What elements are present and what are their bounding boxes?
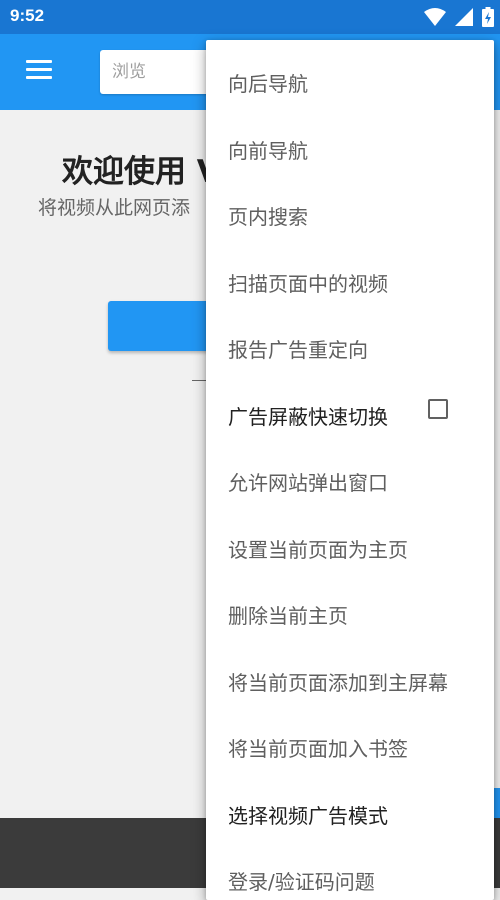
- menu-icon[interactable]: [26, 60, 52, 80]
- menu-item-set-homepage[interactable]: 设置当前页面为主页: [206, 506, 494, 573]
- menu-item-label: 将当前页面加入书签: [228, 737, 408, 761]
- menu-item-adblock-toggle[interactable]: 广告屏蔽快速切换: [206, 373, 494, 440]
- battery-icon: [482, 7, 494, 27]
- menu-item-label: 删除当前主页: [228, 604, 348, 628]
- menu-item-label: 向后导航: [228, 72, 308, 96]
- welcome-subtitle: 将视频从此网页添: [38, 197, 191, 219]
- menu-item-label: 允许网站弹出窗口: [228, 471, 388, 495]
- menu-item-label: 扫描页面中的视频: [228, 271, 388, 296]
- menu-item-remove-homepage[interactable]: 删除当前主页: [206, 572, 494, 639]
- menu-item-login-captcha[interactable]: 登录/验证码问题: [206, 838, 494, 900]
- status-icons: [420, 7, 494, 27]
- menu-item-label: 报告广告重定向: [228, 338, 368, 362]
- status-bar: 9:52: [0, 0, 500, 34]
- overflow-menu: 向后导航 向前导航 页内搜索 扫描页面中的视频 报告广告重定向 广告屏蔽快速切换…: [206, 40, 494, 900]
- menu-item-label: 选择视频广告模式: [228, 803, 388, 828]
- menu-item-label: 将当前页面添加到主屏幕: [228, 670, 448, 695]
- adblock-checkbox[interactable]: [428, 398, 448, 419]
- menu-item-label: 广告屏蔽快速切换: [228, 404, 388, 429]
- signal-icon: [454, 8, 473, 26]
- menu-item-label: 向前导航: [228, 138, 308, 163]
- menu-item-label: 设置当前页面为主页: [228, 537, 408, 562]
- menu-item-scan-videos[interactable]: 扫描页面中的视频: [206, 240, 494, 307]
- status-time: 9:52: [10, 6, 45, 25]
- menu-item-allow-popups[interactable]: 允许网站弹出窗口: [206, 439, 494, 506]
- welcome-title: 欢迎使用 V: [62, 154, 221, 190]
- menu-item-add-bookmark[interactable]: 将当前页面加入书签: [206, 705, 494, 772]
- start-button[interactable]: [108, 301, 218, 351]
- menu-item-report-ad-redirect[interactable]: 报告广告重定向: [206, 306, 494, 373]
- search-input[interactable]: 浏览: [100, 50, 220, 94]
- menu-item-label: 登录/验证码问题: [228, 870, 375, 894]
- menu-item-add-to-homescreen[interactable]: 将当前页面添加到主屏幕: [206, 639, 494, 706]
- wifi-icon: [423, 8, 446, 26]
- menu-item-label: 页内搜索: [228, 205, 308, 229]
- menu-item-video-ad-mode[interactable]: 选择视频广告模式: [206, 772, 494, 839]
- menu-item-find-in-page[interactable]: 页内搜索: [206, 173, 494, 240]
- menu-item-navigate-back[interactable]: 向后导航: [206, 40, 494, 107]
- menu-item-navigate-forward[interactable]: 向前导航: [206, 107, 494, 174]
